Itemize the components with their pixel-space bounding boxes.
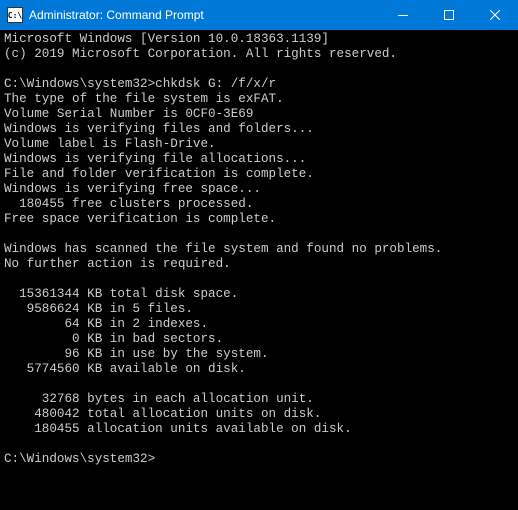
minimize-icon bbox=[398, 15, 408, 16]
window-title: Administrator: Command Prompt bbox=[29, 8, 380, 22]
close-button[interactable] bbox=[472, 0, 518, 30]
window-controls bbox=[380, 0, 518, 30]
terminal-output[interactable]: Microsoft Windows [Version 10.0.18363.11… bbox=[0, 30, 518, 510]
maximize-button[interactable] bbox=[426, 0, 472, 30]
maximize-icon bbox=[444, 10, 454, 20]
titlebar: C:\ Administrator: Command Prompt bbox=[0, 0, 518, 30]
close-icon bbox=[490, 10, 500, 20]
minimize-button[interactable] bbox=[380, 0, 426, 30]
cmd-icon: C:\ bbox=[7, 7, 23, 23]
